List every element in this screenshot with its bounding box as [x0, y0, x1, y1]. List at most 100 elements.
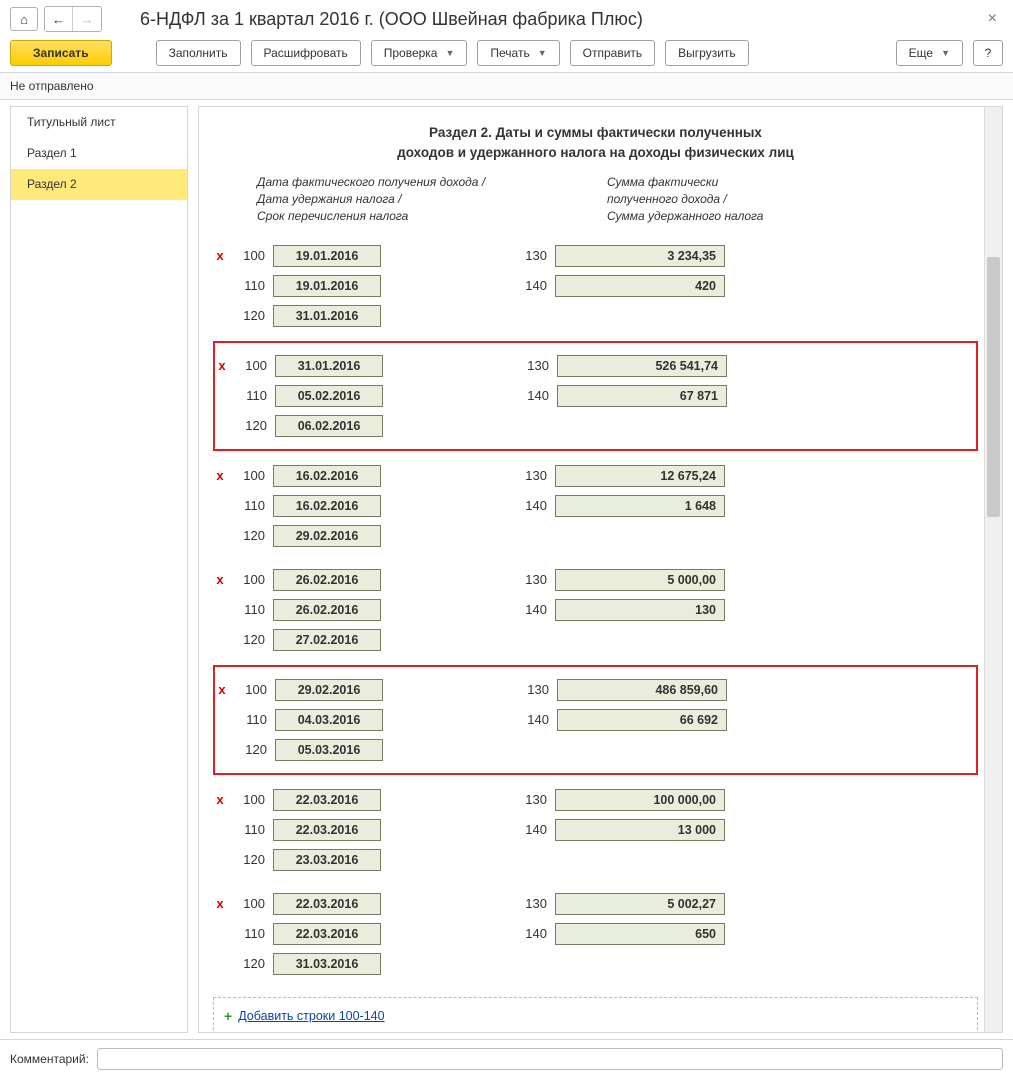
data-block: x10016.02.201613012 675,2411016.02.20161…: [213, 457, 978, 555]
code-110: 110: [237, 712, 267, 727]
back-icon[interactable]: ←: [45, 7, 73, 31]
close-icon[interactable]: ×: [982, 10, 1003, 28]
delete-row-icon[interactable]: x: [215, 682, 229, 697]
data-block: x 100 29.02.2016 130 486 859,60 110 04.03.2016…: [213, 665, 978, 775]
more-button[interactable]: Еще▼: [896, 40, 963, 66]
code-100: 100: [237, 682, 267, 697]
field-110-date[interactable]: 26.02.2016: [273, 599, 381, 621]
field-110-date[interactable]: 22.03.2016: [273, 819, 381, 841]
data-block: x10019.01.20161303 234,3511019.01.201614…: [213, 237, 978, 335]
code-140: 140: [517, 498, 547, 513]
toolbar: Записать Заполнить Расшифровать Проверка…: [0, 34, 1013, 73]
code-100: 100: [235, 248, 265, 263]
home-icon[interactable]: ⌂: [10, 7, 38, 31]
field-130-sum[interactable]: 526 541,74: [557, 355, 727, 377]
field-120-date[interactable]: 29.02.2016: [273, 525, 381, 547]
field-110-date[interactable]: 19.01.2016: [273, 275, 381, 297]
code-100: 100: [235, 572, 265, 587]
field-130-sum[interactable]: 5 000,00: [555, 569, 725, 591]
delete-row-icon[interactable]: x: [213, 572, 227, 587]
code-100: 100: [235, 468, 265, 483]
field-120-date[interactable]: 31.01.2016: [273, 305, 381, 327]
field-130-sum[interactable]: 486 859,60: [557, 679, 727, 701]
code-140: 140: [517, 926, 547, 941]
export-button[interactable]: Выгрузить: [665, 40, 749, 66]
field-140-sum[interactable]: 420: [555, 275, 725, 297]
help-button[interactable]: ?: [973, 40, 1003, 66]
field-120-date[interactable]: 31.03.2016: [273, 953, 381, 975]
field-120-date[interactable]: 06.02.2016: [275, 415, 383, 437]
field-110-date[interactable]: 05.02.2016: [275, 385, 383, 407]
plus-icon: +: [224, 1008, 232, 1024]
field-100-date[interactable]: 22.03.2016: [273, 893, 381, 915]
check-button[interactable]: Проверка▼: [371, 40, 468, 66]
delete-row-icon[interactable]: x: [213, 896, 227, 911]
field-100-date[interactable]: 29.02.2016: [275, 679, 383, 701]
field-110-date[interactable]: 04.03.2016: [275, 709, 383, 731]
code-120: 120: [235, 956, 265, 971]
code-130: 130: [517, 572, 547, 587]
field-140-sum[interactable]: 650: [555, 923, 725, 945]
field-140-sum[interactable]: 1 648: [555, 495, 725, 517]
field-120-date[interactable]: 27.02.2016: [273, 629, 381, 651]
code-140: 140: [517, 278, 547, 293]
delete-row-icon[interactable]: x: [213, 792, 227, 807]
write-button[interactable]: Записать: [10, 40, 112, 66]
sidebar: Титульный листРаздел 1Раздел 2: [10, 106, 188, 1033]
field-110-date[interactable]: 16.02.2016: [273, 495, 381, 517]
code-140: 140: [519, 388, 549, 403]
caret-down-icon: ▼: [538, 48, 547, 58]
document-area: Раздел 2. Даты и суммы фактически получе…: [199, 107, 984, 1032]
delete-row-icon[interactable]: x: [215, 358, 229, 373]
code-100: 100: [235, 792, 265, 807]
field-140-sum[interactable]: 130: [555, 599, 725, 621]
field-140-sum[interactable]: 13 000: [555, 819, 725, 841]
add-rows-button[interactable]: + Добавить строки 100-140: [213, 997, 978, 1032]
sidebar-item[interactable]: Титульный лист: [11, 107, 187, 138]
delete-row-icon[interactable]: x: [213, 248, 227, 263]
code-110: 110: [235, 278, 265, 293]
code-120: 120: [235, 852, 265, 867]
field-100-date[interactable]: 22.03.2016: [273, 789, 381, 811]
field-120-date[interactable]: 23.03.2016: [273, 849, 381, 871]
code-110: 110: [235, 602, 265, 617]
caret-down-icon: ▼: [941, 48, 950, 58]
data-block: x10031.01.2016130526 541,7411005.02.2016…: [213, 341, 978, 451]
vertical-scrollbar[interactable]: [984, 107, 1002, 1032]
field-110-date[interactable]: 22.03.2016: [273, 923, 381, 945]
field-130-sum[interactable]: 5 002,27: [555, 893, 725, 915]
code-100: 100: [235, 896, 265, 911]
forward-icon: →: [73, 7, 101, 31]
field-140-sum[interactable]: 67 871: [557, 385, 727, 407]
code-120: 120: [237, 742, 267, 757]
field-130-sum[interactable]: 12 675,24: [555, 465, 725, 487]
code-120: 120: [235, 528, 265, 543]
field-100-date[interactable]: 26.02.2016: [273, 569, 381, 591]
field-100-date[interactable]: 31.01.2016: [275, 355, 383, 377]
code-120: 120: [237, 418, 267, 433]
code-130: 130: [517, 896, 547, 911]
sidebar-item[interactable]: Раздел 1: [11, 138, 187, 169]
comment-input[interactable]: [97, 1048, 1003, 1070]
send-button[interactable]: Отправить: [570, 40, 656, 66]
sidebar-item[interactable]: Раздел 2: [11, 169, 187, 200]
caret-down-icon: ▼: [445, 48, 454, 58]
code-120: 120: [235, 632, 265, 647]
add-rows-link[interactable]: Добавить строки 100-140: [238, 1009, 384, 1023]
code-110: 110: [237, 388, 267, 403]
decode-button[interactable]: Расшифровать: [251, 40, 361, 66]
section-title: Раздел 2. Даты и суммы фактически получе…: [213, 117, 978, 174]
page-title: 6-НДФЛ за 1 квартал 2016 г. (ООО Швейная…: [140, 9, 976, 30]
field-130-sum[interactable]: 3 234,35: [555, 245, 725, 267]
fill-button[interactable]: Заполнить: [156, 40, 241, 66]
code-130: 130: [519, 682, 549, 697]
field-120-date[interactable]: 05.03.2016: [275, 739, 383, 761]
field-130-sum[interactable]: 100 000,00: [555, 789, 725, 811]
field-140-sum[interactable]: 66 692: [557, 709, 727, 731]
delete-row-icon[interactable]: x: [213, 468, 227, 483]
field-100-date[interactable]: 16.02.2016: [273, 465, 381, 487]
field-100-date[interactable]: 19.01.2016: [273, 245, 381, 267]
print-button[interactable]: Печать▼: [477, 40, 559, 66]
code-110: 110: [235, 926, 265, 941]
code-140: 140: [517, 822, 547, 837]
